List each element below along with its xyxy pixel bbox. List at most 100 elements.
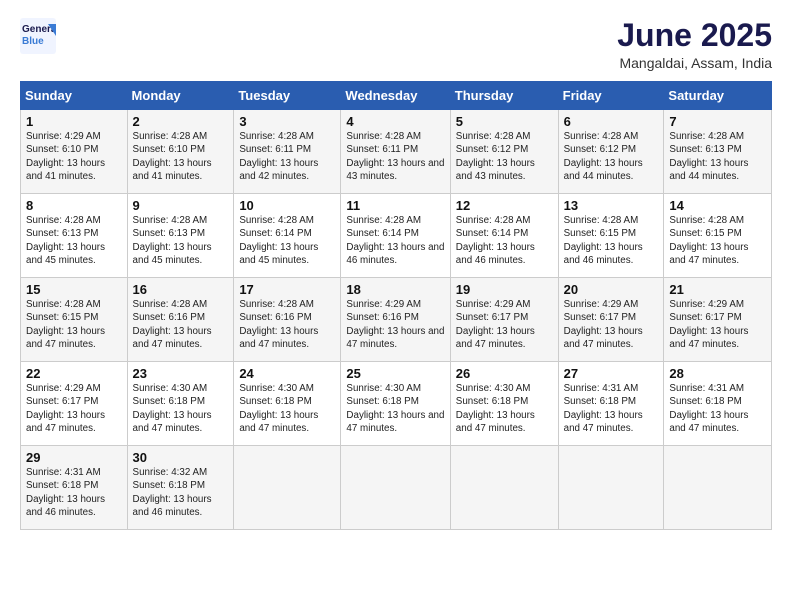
calendar-cell: 11 Sunrise: 4:28 AMSunset: 6:14 PMDaylig… [341, 194, 450, 278]
day-info: Sunrise: 4:28 AMSunset: 6:15 PMDaylight:… [564, 215, 643, 266]
day-number: 24 [239, 366, 335, 381]
calendar-cell: 2 Sunrise: 4:28 AMSunset: 6:10 PMDayligh… [127, 110, 234, 194]
day-info: Sunrise: 4:29 AMSunset: 6:10 PMDaylight:… [26, 131, 105, 182]
col-wednesday: Wednesday [341, 82, 450, 110]
day-number: 20 [564, 282, 659, 297]
day-number: 16 [133, 282, 229, 297]
calendar-week-row: 15 Sunrise: 4:28 AMSunset: 6:15 PMDaylig… [21, 278, 772, 362]
calendar-week-row: 22 Sunrise: 4:29 AMSunset: 6:17 PMDaylig… [21, 362, 772, 446]
day-info: Sunrise: 4:28 AMSunset: 6:15 PMDaylight:… [669, 215, 748, 266]
day-number: 15 [26, 282, 122, 297]
calendar-cell: 23 Sunrise: 4:30 AMSunset: 6:18 PMDaylig… [127, 362, 234, 446]
svg-text:Blue: Blue [22, 36, 44, 47]
day-number: 7 [669, 114, 766, 129]
day-info: Sunrise: 4:28 AMSunset: 6:11 PMDaylight:… [239, 131, 318, 182]
header: General Blue June 2025 Mangaldai, Assam,… [20, 18, 772, 71]
calendar-cell: 29 Sunrise: 4:31 AMSunset: 6:18 PMDaylig… [21, 446, 128, 530]
calendar-week-row: 29 Sunrise: 4:31 AMSunset: 6:18 PMDaylig… [21, 446, 772, 530]
day-info: Sunrise: 4:28 AMSunset: 6:11 PMDaylight:… [346, 131, 444, 182]
calendar-cell: 10 Sunrise: 4:28 AMSunset: 6:14 PMDaylig… [234, 194, 341, 278]
day-number: 21 [669, 282, 766, 297]
calendar-cell [450, 446, 558, 530]
day-number: 6 [564, 114, 659, 129]
day-info: Sunrise: 4:28 AMSunset: 6:13 PMDaylight:… [26, 215, 105, 266]
calendar-cell: 9 Sunrise: 4:28 AMSunset: 6:13 PMDayligh… [127, 194, 234, 278]
day-info: Sunrise: 4:29 AMSunset: 6:17 PMDaylight:… [456, 299, 535, 350]
day-number: 3 [239, 114, 335, 129]
page: General Blue June 2025 Mangaldai, Assam,… [0, 0, 792, 612]
day-info: Sunrise: 4:29 AMSunset: 6:17 PMDaylight:… [564, 299, 643, 350]
day-info: Sunrise: 4:31 AMSunset: 6:18 PMDaylight:… [564, 383, 643, 434]
calendar-cell: 18 Sunrise: 4:29 AMSunset: 6:16 PMDaylig… [341, 278, 450, 362]
day-number: 17 [239, 282, 335, 297]
calendar-cell: 4 Sunrise: 4:28 AMSunset: 6:11 PMDayligh… [341, 110, 450, 194]
calendar-cell: 20 Sunrise: 4:29 AMSunset: 6:17 PMDaylig… [558, 278, 664, 362]
title-area: June 2025 Mangaldai, Assam, India [617, 18, 772, 71]
day-info: Sunrise: 4:28 AMSunset: 6:14 PMDaylight:… [239, 215, 318, 266]
calendar-cell: 3 Sunrise: 4:28 AMSunset: 6:11 PMDayligh… [234, 110, 341, 194]
calendar-cell: 22 Sunrise: 4:29 AMSunset: 6:17 PMDaylig… [21, 362, 128, 446]
calendar-header-row: Sunday Monday Tuesday Wednesday Thursday… [21, 82, 772, 110]
day-number: 5 [456, 114, 553, 129]
col-tuesday: Tuesday [234, 82, 341, 110]
day-info: Sunrise: 4:28 AMSunset: 6:12 PMDaylight:… [456, 131, 535, 182]
day-info: Sunrise: 4:28 AMSunset: 6:16 PMDaylight:… [133, 299, 212, 350]
day-number: 13 [564, 198, 659, 213]
day-info: Sunrise: 4:31 AMSunset: 6:18 PMDaylight:… [26, 467, 105, 518]
calendar-cell [664, 446, 772, 530]
day-info: Sunrise: 4:29 AMSunset: 6:17 PMDaylight:… [669, 299, 748, 350]
calendar-week-row: 8 Sunrise: 4:28 AMSunset: 6:13 PMDayligh… [21, 194, 772, 278]
calendar-cell: 25 Sunrise: 4:30 AMSunset: 6:18 PMDaylig… [341, 362, 450, 446]
calendar-cell: 12 Sunrise: 4:28 AMSunset: 6:14 PMDaylig… [450, 194, 558, 278]
day-number: 29 [26, 450, 122, 465]
day-number: 4 [346, 114, 444, 129]
logo: General Blue [20, 18, 56, 54]
day-number: 9 [133, 198, 229, 213]
col-saturday: Saturday [664, 82, 772, 110]
day-number: 12 [456, 198, 553, 213]
day-info: Sunrise: 4:28 AMSunset: 6:12 PMDaylight:… [564, 131, 643, 182]
col-monday: Monday [127, 82, 234, 110]
day-number: 30 [133, 450, 229, 465]
calendar-cell: 5 Sunrise: 4:28 AMSunset: 6:12 PMDayligh… [450, 110, 558, 194]
day-info: Sunrise: 4:28 AMSunset: 6:13 PMDaylight:… [133, 215, 212, 266]
calendar-table: Sunday Monday Tuesday Wednesday Thursday… [20, 81, 772, 530]
calendar-cell: 26 Sunrise: 4:30 AMSunset: 6:18 PMDaylig… [450, 362, 558, 446]
col-friday: Friday [558, 82, 664, 110]
day-info: Sunrise: 4:31 AMSunset: 6:18 PMDaylight:… [669, 383, 748, 434]
calendar-cell: 21 Sunrise: 4:29 AMSunset: 6:17 PMDaylig… [664, 278, 772, 362]
calendar-cell: 13 Sunrise: 4:28 AMSunset: 6:15 PMDaylig… [558, 194, 664, 278]
day-number: 8 [26, 198, 122, 213]
calendar-cell: 17 Sunrise: 4:28 AMSunset: 6:16 PMDaylig… [234, 278, 341, 362]
calendar-cell: 7 Sunrise: 4:28 AMSunset: 6:13 PMDayligh… [664, 110, 772, 194]
calendar-cell: 28 Sunrise: 4:31 AMSunset: 6:18 PMDaylig… [664, 362, 772, 446]
day-info: Sunrise: 4:30 AMSunset: 6:18 PMDaylight:… [239, 383, 318, 434]
day-number: 27 [564, 366, 659, 381]
day-number: 28 [669, 366, 766, 381]
logo-icon: General Blue [20, 18, 56, 54]
calendar-cell: 19 Sunrise: 4:29 AMSunset: 6:17 PMDaylig… [450, 278, 558, 362]
day-info: Sunrise: 4:30 AMSunset: 6:18 PMDaylight:… [133, 383, 212, 434]
day-info: Sunrise: 4:29 AMSunset: 6:17 PMDaylight:… [26, 383, 105, 434]
day-number: 2 [133, 114, 229, 129]
day-number: 26 [456, 366, 553, 381]
day-info: Sunrise: 4:28 AMSunset: 6:13 PMDaylight:… [669, 131, 748, 182]
day-number: 10 [239, 198, 335, 213]
calendar-cell [234, 446, 341, 530]
day-info: Sunrise: 4:30 AMSunset: 6:18 PMDaylight:… [456, 383, 535, 434]
calendar-cell: 16 Sunrise: 4:28 AMSunset: 6:16 PMDaylig… [127, 278, 234, 362]
month-title: June 2025 [617, 18, 772, 53]
day-number: 11 [346, 198, 444, 213]
col-sunday: Sunday [21, 82, 128, 110]
day-info: Sunrise: 4:28 AMSunset: 6:16 PMDaylight:… [239, 299, 318, 350]
day-info: Sunrise: 4:28 AMSunset: 6:10 PMDaylight:… [133, 131, 212, 182]
day-info: Sunrise: 4:32 AMSunset: 6:18 PMDaylight:… [133, 467, 212, 518]
day-number: 1 [26, 114, 122, 129]
day-info: Sunrise: 4:28 AMSunset: 6:15 PMDaylight:… [26, 299, 105, 350]
calendar-cell: 15 Sunrise: 4:28 AMSunset: 6:15 PMDaylig… [21, 278, 128, 362]
calendar-cell: 14 Sunrise: 4:28 AMSunset: 6:15 PMDaylig… [664, 194, 772, 278]
col-thursday: Thursday [450, 82, 558, 110]
day-info: Sunrise: 4:28 AMSunset: 6:14 PMDaylight:… [346, 215, 444, 266]
day-number: 19 [456, 282, 553, 297]
day-number: 22 [26, 366, 122, 381]
